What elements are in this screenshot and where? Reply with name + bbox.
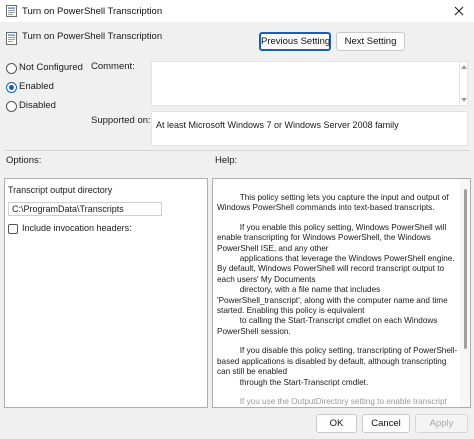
- policy-icon: [6, 32, 17, 45]
- cancel-label: Cancel: [371, 418, 401, 429]
- supported-on-value: At least Microsoft Windows 7 or Windows …: [156, 120, 399, 130]
- radio-circle[interactable]: [6, 101, 17, 112]
- help-paragraph: If you disable this policy setting, tran…: [217, 346, 458, 387]
- options-heading: Options:: [6, 155, 42, 166]
- apply-label: Apply: [429, 418, 454, 429]
- window-title: Turn on PowerShell Transcription: [22, 6, 163, 17]
- radio-circle[interactable]: [6, 82, 17, 93]
- ok-label: OK: [329, 418, 344, 429]
- comment-input[interactable]: [151, 61, 468, 106]
- supported-on-label: Supported on:: [91, 115, 151, 126]
- comment-label: Comment:: [91, 61, 135, 72]
- include-headers-label: Include invocation headers:: [22, 223, 132, 233]
- include-headers-checkbox[interactable]: [8, 224, 18, 234]
- comment-scrollbar[interactable]: [459, 62, 467, 105]
- policy-settings-icon: [6, 5, 17, 17]
- help-paragraph: If you use the OutputDirectory setting t…: [239, 396, 447, 406]
- options-panel: Transcript output directory C:\ProgramDa…: [4, 178, 208, 408]
- apply-button[interactable]: Apply: [415, 414, 468, 433]
- help-paragraph: This policy setting lets you capture the…: [217, 193, 451, 213]
- transcript-directory-input[interactable]: C:\ProgramData\Transcripts: [8, 202, 162, 216]
- help-paragraph: If you enable this policy setting, Windo…: [217, 222, 455, 336]
- next-setting-button[interactable]: Next Setting: [336, 32, 405, 51]
- help-scrollbar[interactable]: [460, 179, 470, 407]
- radio-label-enabled: Enabled: [19, 81, 54, 92]
- help-panel: This policy setting lets you capture the…: [212, 178, 471, 408]
- ok-button[interactable]: OK: [316, 414, 357, 433]
- radio-circle[interactable]: [6, 63, 17, 74]
- previous-setting-label: Previous Setting: [261, 36, 331, 47]
- radio-label-disabled: Disabled: [19, 100, 56, 111]
- close-button[interactable]: [444, 0, 474, 22]
- next-setting-label: Next Setting: [344, 36, 397, 47]
- section-divider: [4, 150, 470, 151]
- help-text: This policy setting lets you capture the…: [217, 193, 459, 407]
- radio-label-not-configured: Not Configured: [19, 62, 83, 73]
- policy-name: Turn on PowerShell Transcription: [22, 31, 163, 42]
- close-icon: [454, 6, 464, 16]
- help-heading: Help:: [215, 155, 238, 166]
- transcript-directory-label: Transcript output directory: [8, 185, 113, 195]
- scroll-up-icon[interactable]: [461, 65, 467, 69]
- cancel-button[interactable]: Cancel: [362, 414, 410, 433]
- help-scroll-thumb[interactable]: [464, 189, 467, 349]
- previous-setting-button[interactable]: Previous Setting: [259, 32, 331, 51]
- title-bar[interactable]: Turn on PowerShell Transcription: [0, 0, 474, 22]
- supported-on-box: At least Microsoft Windows 7 or Windows …: [151, 111, 468, 146]
- scroll-down-icon[interactable]: [461, 98, 467, 102]
- policy-dialog: Turn on PowerShell Transcription Turn on…: [0, 0, 474, 439]
